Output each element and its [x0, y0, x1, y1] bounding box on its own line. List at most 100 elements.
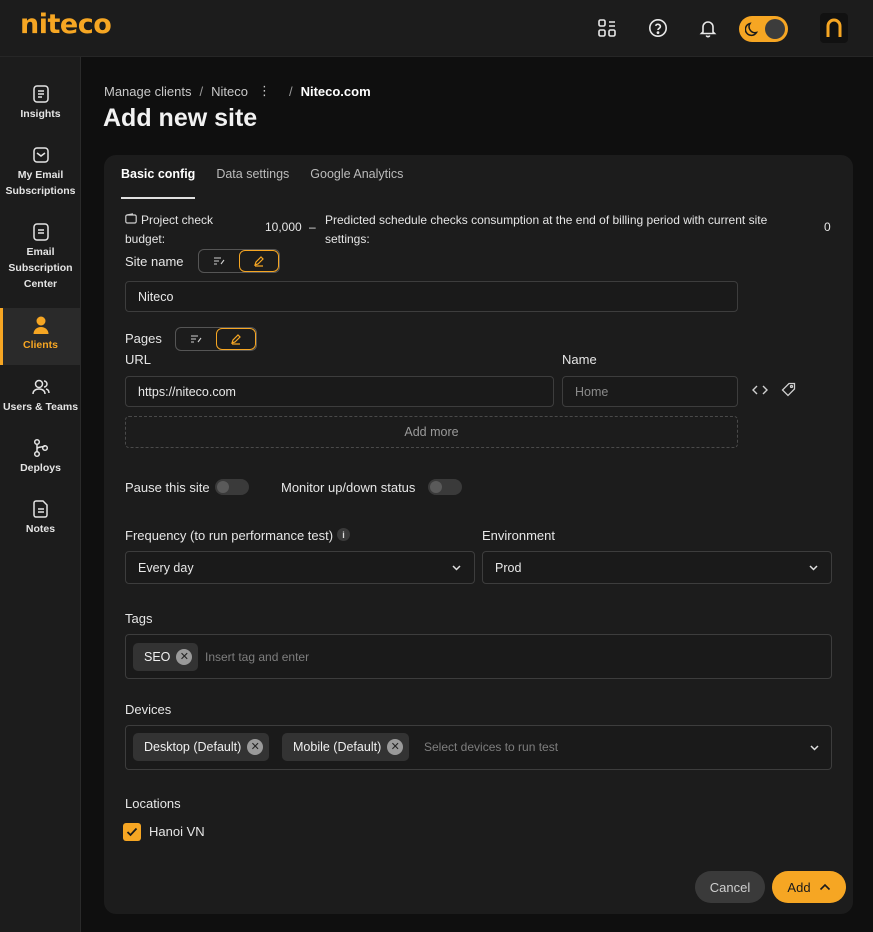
devices-placeholder: Select devices to run test	[424, 740, 559, 754]
toggle-knob	[217, 481, 229, 493]
pages-label: Pages	[125, 331, 162, 346]
add-more-pages-button[interactable]: Add more	[125, 416, 738, 448]
breadcrumb-current: Niteco.com	[300, 83, 371, 99]
insights-icon	[32, 83, 50, 105]
avatar[interactable]	[820, 13, 848, 43]
page-url-input[interactable]: https://niteco.com	[125, 376, 554, 407]
breadcrumb-manage-clients[interactable]: Manage clients	[104, 84, 191, 99]
help-icon[interactable]	[647, 17, 669, 39]
pause-site-toggle[interactable]	[215, 479, 249, 495]
sidebar-item-label: My Email Subscriptions	[5, 169, 76, 197]
code-icon[interactable]	[752, 384, 768, 399]
tab-basic-config[interactable]: Basic config	[121, 155, 196, 199]
site-name-mode-switch	[198, 249, 280, 273]
tag-chip-label: SEO	[144, 650, 171, 664]
pause-site-label: Pause this site	[125, 480, 210, 495]
list-edit-icon	[191, 335, 202, 343]
device-chip-mobile: Mobile (Default) ✕	[282, 733, 410, 761]
name-column-label: Name	[562, 352, 597, 367]
add-button[interactable]: Add	[772, 871, 846, 903]
sidebar-item-notes[interactable]: Notes	[0, 498, 81, 537]
edit-mode-button[interactable]	[239, 250, 279, 272]
tab-bar: Basic config Data settings Google Analyt…	[121, 155, 424, 199]
sidebar-item-label: Deploys	[20, 462, 61, 474]
tag-chip: SEO ✕	[133, 643, 199, 671]
location-label-hanoi: Hanoi VN	[149, 824, 205, 839]
device-chip-label: Desktop (Default)	[144, 740, 242, 754]
tab-google-analytics[interactable]: Google Analytics	[310, 155, 403, 199]
site-name-input[interactable]: Niteco	[125, 281, 738, 312]
url-column-label: URL	[125, 352, 152, 367]
tags-label: Tags	[125, 611, 153, 626]
logo[interactable]: niteco	[20, 9, 112, 40]
tab-data-settings[interactable]: Data settings	[216, 155, 289, 199]
breadcrumb-niteco[interactable]: Niteco	[211, 84, 248, 99]
chevron-down-icon	[451, 562, 462, 576]
environment-select[interactable]: Prod	[482, 551, 832, 584]
toggle-knob	[430, 481, 442, 493]
bell-icon[interactable]	[697, 17, 719, 39]
cancel-button[interactable]: Cancel	[695, 871, 765, 903]
sidebar-item-label: Clients	[22, 339, 58, 351]
page-title: Add new site	[103, 104, 258, 132]
list-mode-button[interactable]	[176, 328, 216, 350]
list-edit-icon	[214, 257, 225, 265]
top-bar: niteco	[0, 0, 873, 57]
sidebar-item-clients[interactable]: Clients	[0, 308, 81, 365]
remove-device-icon[interactable]: ✕	[247, 739, 264, 755]
users-icon	[31, 376, 51, 398]
site-name-label: Site name	[125, 254, 184, 269]
sidebar-item-deploys[interactable]: Deploys	[0, 437, 81, 476]
device-chip-desktop: Desktop (Default) ✕	[133, 733, 270, 761]
frequency-select[interactable]: Every day	[125, 551, 475, 584]
theme-toggle[interactable]	[739, 16, 788, 42]
chevron-down-icon	[808, 562, 819, 576]
document-icon	[32, 221, 50, 243]
environment-value: Prod	[495, 560, 522, 575]
breadcrumb-separator: /	[288, 83, 293, 99]
chevron-down-icon[interactable]	[809, 741, 820, 756]
check-icon	[126, 827, 138, 837]
monitor-status-label: Monitor up/down status	[281, 480, 416, 495]
pencil-icon	[254, 256, 264, 267]
device-chip-label: Mobile (Default)	[293, 740, 382, 754]
pages-mode-switch	[175, 327, 257, 351]
frequency-label: Frequency (to run performance test)	[125, 528, 334, 543]
project-check-budget-label: Project check budget:	[125, 213, 214, 246]
mail-icon	[32, 144, 50, 166]
edit-mode-button[interactable]	[216, 328, 256, 350]
monitor-status-toggle[interactable]	[428, 479, 462, 495]
note-icon	[32, 498, 50, 520]
sidebar-item-label: Insights	[20, 108, 61, 120]
list-mode-button[interactable]	[199, 250, 239, 272]
sidebar-item-label: Notes	[25, 523, 56, 535]
sidebar-item-label: Email Subscription Center	[8, 246, 73, 290]
info-icon[interactable]: i	[337, 528, 350, 541]
remove-tag-icon[interactable]: ✕	[176, 649, 193, 665]
pencil-icon	[231, 334, 241, 345]
frequency-value: Every day	[138, 560, 194, 575]
tag-icon[interactable]	[781, 382, 796, 400]
branch-icon	[32, 437, 50, 459]
sidebar-item-users-teams[interactable]: Users & Teams	[0, 376, 81, 415]
devices-label: Devices	[125, 702, 172, 717]
sidebar-item-email-subscription-center[interactable]: Email Subscription Center	[0, 221, 81, 292]
page-name-input[interactable]: Home	[562, 376, 738, 407]
remove-device-icon[interactable]: ✕	[387, 739, 404, 755]
moon-icon	[744, 21, 761, 40]
location-checkbox-hanoi[interactable]	[123, 823, 141, 841]
kebab-menu-icon[interactable]: ⋮	[258, 83, 271, 99]
sidebar: Insights My Email Subscriptions Email Su…	[0, 57, 81, 932]
tags-placeholder: Insert tag and enter	[205, 650, 310, 664]
apps-icon[interactable]	[596, 17, 618, 39]
sidebar-item-insights[interactable]: Insights	[0, 83, 81, 122]
sidebar-item-label: Users & Teams	[2, 401, 79, 413]
sidebar-item-email-subscriptions[interactable]: My Email Subscriptions	[0, 144, 81, 199]
user-icon	[32, 314, 50, 336]
breadcrumb: Manage clients / Niteco ⋮ / Niteco.com	[104, 83, 371, 99]
chevron-up-icon	[819, 883, 830, 891]
environment-label: Environment	[482, 528, 555, 543]
predicted-consumption-label: Predicted schedule checks consumption at…	[325, 213, 768, 246]
predicted-consumption-value: 0	[824, 220, 831, 234]
budget-dash: –	[309, 220, 316, 234]
